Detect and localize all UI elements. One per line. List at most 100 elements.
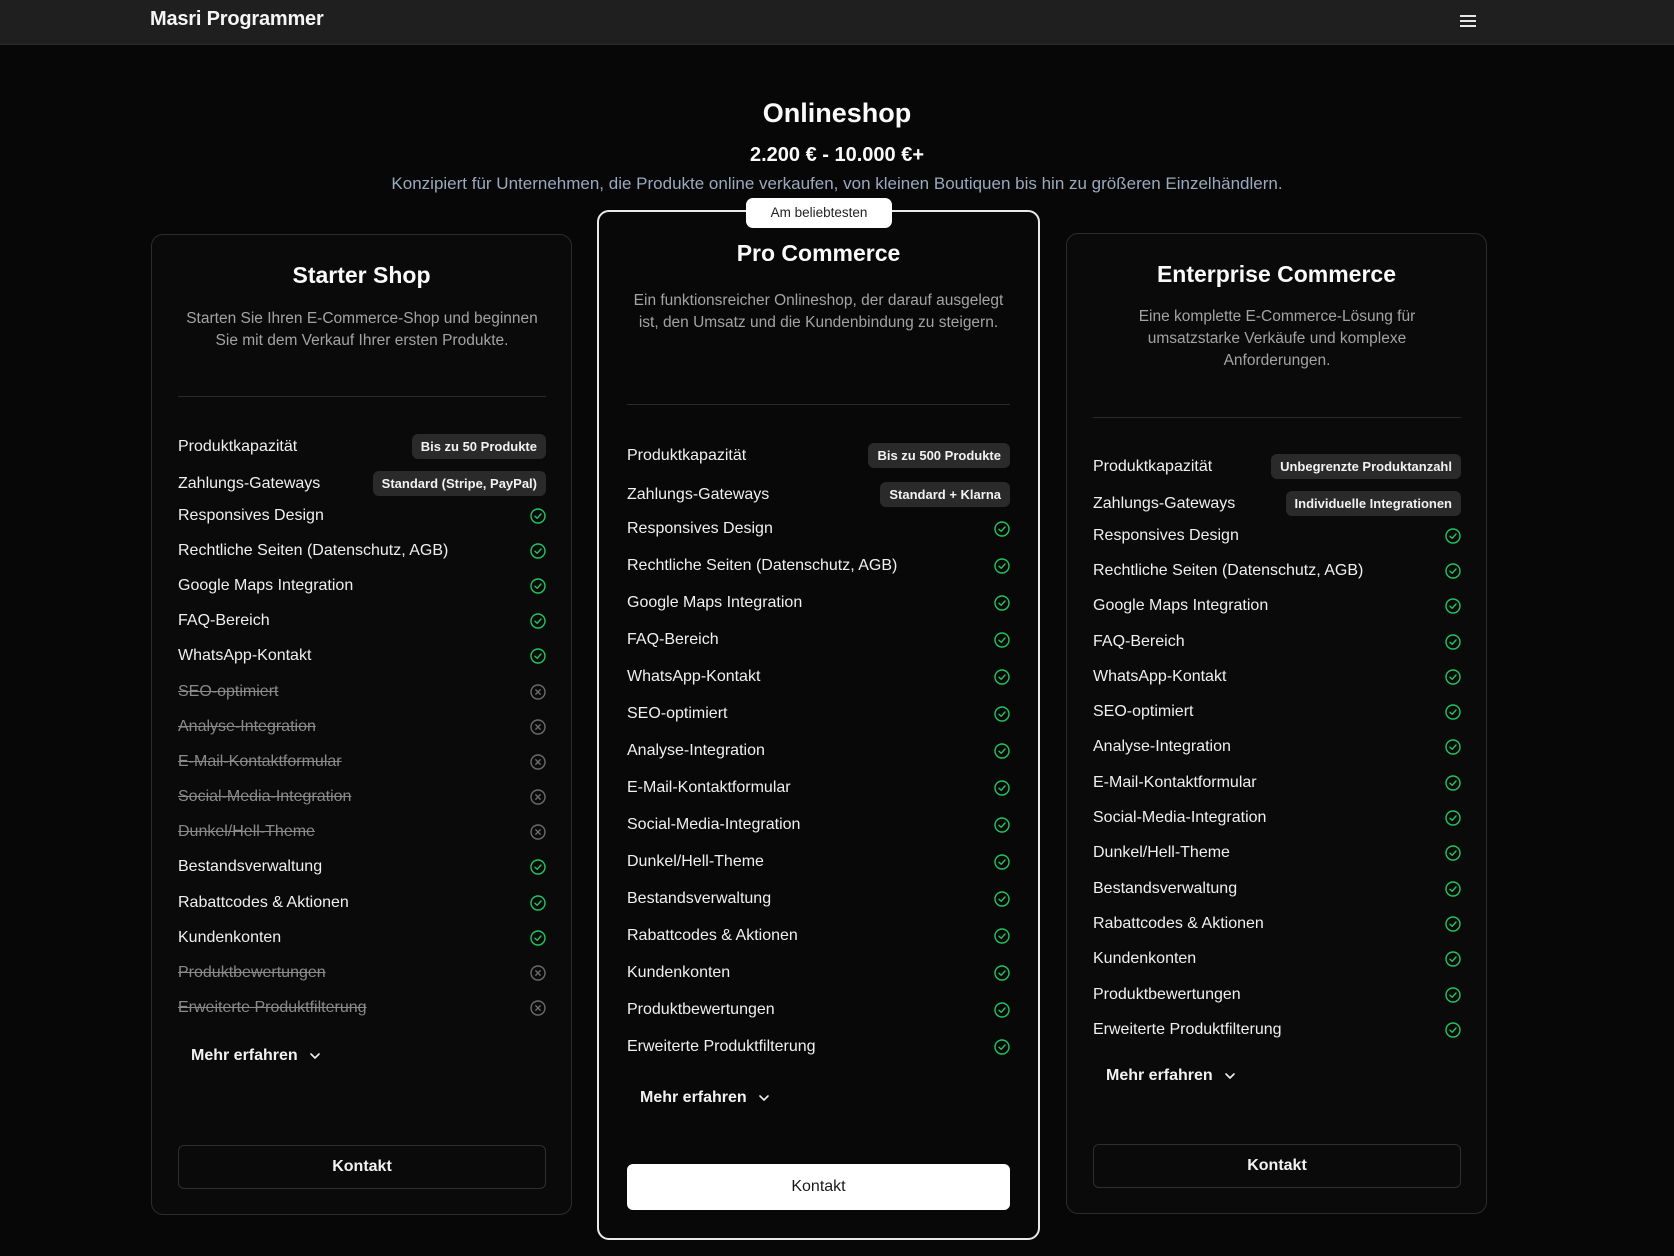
feature-row: Responsives Design xyxy=(178,498,546,533)
feature-row: Dunkel/Hell-Theme xyxy=(178,815,546,850)
feature-row: Produktbewertungen xyxy=(1093,977,1461,1012)
plan-description: Eine komplette E-Commerce-Lösung für ums… xyxy=(1138,308,1416,369)
top-navbar: Masri Programmer xyxy=(0,0,1674,45)
check-circle-icon xyxy=(994,668,1010,685)
feature-row: Bestandsverwaltung xyxy=(178,850,546,885)
feature-row: Erweiterte Produktfilterung xyxy=(178,991,546,1026)
spec-label: Zahlungs-Gateways xyxy=(627,485,770,503)
spec-value-badge: Individuelle Integrationen xyxy=(1285,491,1461,516)
feature-row: Dunkel/Hell-Theme xyxy=(627,843,1010,880)
feature-label: Social-Media-Integration xyxy=(627,815,801,833)
check-circle-icon xyxy=(530,859,546,876)
learn-more-toggle[interactable]: Mehr erfahren xyxy=(191,1047,322,1065)
check-circle-icon xyxy=(1445,916,1461,932)
check-circle-icon xyxy=(1445,775,1461,791)
chevron-down-icon xyxy=(758,1095,769,1102)
spec-row: Produktkapazität Bis zu 500 Produkte xyxy=(627,436,1010,475)
feature-row: WhatsApp-Kontakt xyxy=(178,639,546,674)
feature-row: Produktbewertungen xyxy=(627,991,1010,1028)
check-circle-icon xyxy=(994,705,1010,722)
spec-row: Zahlungs-Gateways Standard (Stripe, PayPa… xyxy=(178,465,546,502)
x-circle-icon xyxy=(530,789,546,805)
brand-logo-text[interactable]: Masri Programmer xyxy=(150,8,324,31)
most-popular-badge: Am beliebtesten xyxy=(746,198,892,228)
feature-row: SEO-optimiert xyxy=(627,695,1010,732)
feature-row: Rechtliche Seiten (Datenschutz, AGB) xyxy=(178,533,546,568)
feature-row: Analyse-Integration xyxy=(627,732,1010,769)
check-circle-icon xyxy=(1445,986,1461,1003)
feature-label: WhatsApp-Kontakt xyxy=(627,667,761,685)
feature-label: E-Mail-Kontaktformular xyxy=(178,752,342,770)
feature-row: E-Mail-Kontaktformular xyxy=(178,744,546,779)
feature-label: Responsives Design xyxy=(627,519,773,537)
feature-label: Erweiterte Produktfilterung xyxy=(178,999,367,1017)
learn-more-toggle[interactable]: Mehr erfahren xyxy=(1106,1067,1237,1085)
card-divider xyxy=(178,396,546,397)
page-description: Konzipiert für Unternehmen, die Produkte… xyxy=(391,174,1283,193)
feature-row: Kundenkonten xyxy=(627,954,1010,991)
feature-label: FAQ-Bereich xyxy=(1093,632,1185,650)
feature-row: Erweiterte Produktfilterung xyxy=(627,1028,1010,1065)
feature-label: Analyse-Integration xyxy=(1093,738,1231,756)
check-circle-icon xyxy=(1445,598,1461,614)
feature-row: Bestandsverwaltung xyxy=(627,880,1010,917)
feature-label: Social-Media-Integration xyxy=(1093,809,1267,827)
x-circle-icon xyxy=(530,754,546,770)
spec-row: Zahlungs-Gateways Standard + Klarna xyxy=(627,475,1010,514)
spec-row: Produktkapazität Unbegrenzte Produktanzah… xyxy=(1093,448,1461,485)
check-circle-icon xyxy=(1445,1022,1461,1038)
feature-row: Google Maps Integration xyxy=(1093,589,1461,624)
feature-label: E-Mail-Kontaktformular xyxy=(1093,773,1257,791)
spec-row: Produktkapazität Bis zu 50 Produkte xyxy=(178,428,546,465)
learn-more-label: Mehr erfahren xyxy=(1106,1067,1213,1084)
feature-label: Dunkel/Hell-Theme xyxy=(627,852,764,870)
contact-button[interactable]: Kontakt xyxy=(627,1164,1010,1210)
check-circle-icon xyxy=(530,543,546,559)
feature-label: SEO-optimiert xyxy=(627,704,728,722)
check-circle-icon xyxy=(1445,704,1461,720)
check-circle-icon xyxy=(994,557,1010,574)
check-circle-icon xyxy=(530,930,546,946)
chevron-down-icon xyxy=(1224,1073,1235,1080)
x-circle-icon xyxy=(530,683,546,700)
feature-row: FAQ-Bereich xyxy=(627,621,1010,658)
hamburger-menu-icon[interactable] xyxy=(1460,12,1476,28)
feature-row: SEO-optimiert xyxy=(1093,694,1461,729)
feature-row: SEO-optimiert xyxy=(178,674,546,709)
price-range: 2.200 € - 10.000 €+ xyxy=(749,144,925,166)
feature-row: WhatsApp-Kontakt xyxy=(627,658,1010,695)
feature-row: Social-Media-Integration xyxy=(1093,800,1461,835)
check-circle-icon xyxy=(994,890,1010,907)
feature-row: Rabattcodes & Aktionen xyxy=(627,917,1010,954)
contact-button[interactable]: Kontakt xyxy=(178,1145,546,1189)
feature-label: Bestandsverwaltung xyxy=(627,889,772,907)
feature-label: E-Mail-Kontaktformular xyxy=(627,778,791,796)
check-circle-icon xyxy=(994,1038,1010,1055)
card-divider xyxy=(627,404,1010,405)
feature-row: Kundenkonten xyxy=(178,920,546,955)
check-circle-icon xyxy=(994,520,1010,537)
check-circle-icon xyxy=(1445,845,1461,862)
feature-row: Bestandsverwaltung xyxy=(1093,871,1461,906)
spec-label: Produktkapazität xyxy=(178,437,298,455)
plan-description: Starten Sie Ihren E-Commerce-Shop und be… xyxy=(186,310,538,349)
learn-more-toggle[interactable]: Mehr erfahren xyxy=(640,1089,771,1107)
feature-label: Produktbewertungen xyxy=(178,964,326,982)
check-circle-icon xyxy=(994,853,1010,870)
spec-label: Produktkapazität xyxy=(627,446,747,464)
feature-row: E-Mail-Kontaktformular xyxy=(1093,765,1461,800)
plan-title: Pro Commerce xyxy=(736,240,901,266)
feature-label: Google Maps Integration xyxy=(1093,597,1269,615)
feature-row: Google Maps Integration xyxy=(178,568,546,603)
contact-button[interactable]: Kontakt xyxy=(1093,1144,1461,1188)
feature-row: Rechtliche Seiten (Datenschutz, AGB) xyxy=(627,547,1010,584)
feature-row: Analyse-Integration xyxy=(1093,730,1461,765)
feature-row: Rabattcodes & Aktionen xyxy=(1093,906,1461,941)
check-circle-icon xyxy=(994,927,1010,944)
feature-label: Analyse-Integration xyxy=(627,741,765,759)
feature-label: SEO-optimiert xyxy=(178,682,279,700)
feature-label: Rechtliche Seiten (Datenschutz, AGB) xyxy=(627,556,898,574)
check-circle-icon xyxy=(530,578,546,594)
check-circle-icon xyxy=(1445,633,1461,650)
feature-row: Responsives Design xyxy=(627,510,1010,547)
